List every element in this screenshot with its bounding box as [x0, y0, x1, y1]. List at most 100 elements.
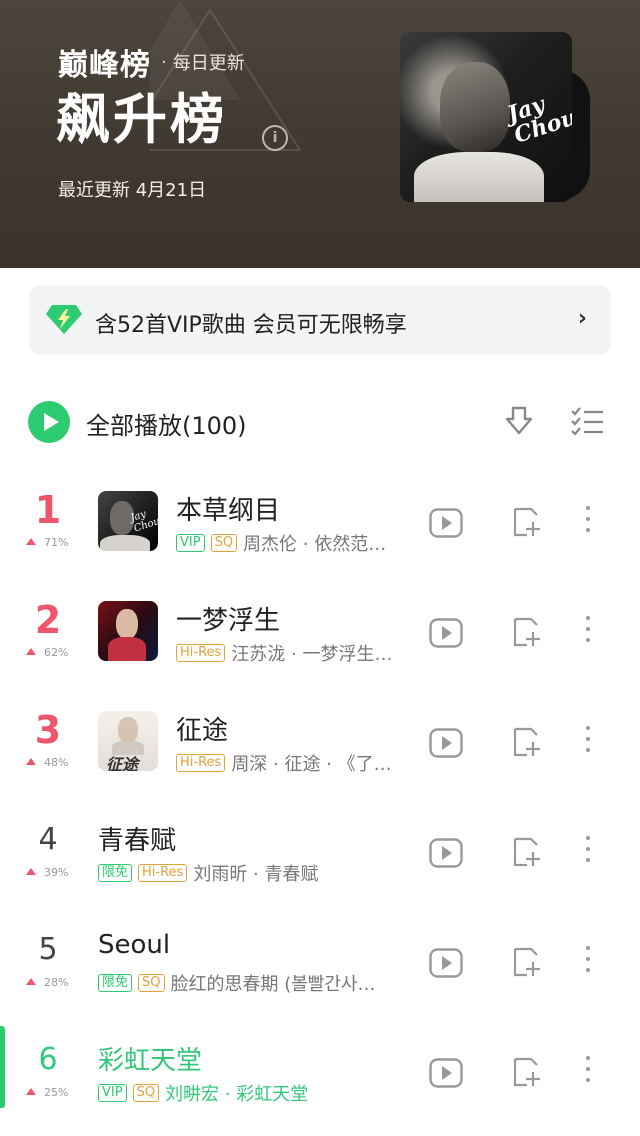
vip-banner[interactable]: 含52首VIP歌曲 会员可无限畅享 ›: [29, 285, 611, 355]
song-title: Seoul: [98, 930, 171, 960]
trend-up-icon: [26, 538, 36, 545]
song-row[interactable]: 5 28% Seoul 限免 SQ 脸红的思春期 (볼빨간사…: [0, 916, 640, 1026]
trend-percent: 39%: [44, 866, 69, 879]
trend-indicator: 39%: [26, 866, 68, 879]
add-to-playlist-icon[interactable]: [511, 1056, 541, 1088]
trend-indicator: 48%: [26, 756, 68, 769]
more-options-icon[interactable]: [583, 946, 593, 979]
trend-indicator: 62%: [26, 646, 68, 659]
brand-subtitle: 每日更新: [172, 53, 245, 74]
song-thumbnail: [98, 601, 158, 661]
song-thumbnail: Jay Chou: [98, 491, 158, 551]
trend-up-icon: [26, 1088, 36, 1095]
add-to-playlist-icon[interactable]: [511, 946, 541, 978]
more-options-icon[interactable]: [583, 506, 593, 539]
song-row[interactable]: 1 71% Jay Chou 本草纲目 VIP SQ 周杰伦 · 依然范…: [0, 476, 640, 586]
mv-play-icon[interactable]: [429, 1058, 463, 1088]
artist-album: 刘畊宏 · 彩虹天堂: [165, 1084, 309, 1105]
artist-album: 脸红的思春期 (볼빨간사…: [170, 974, 376, 995]
song-title: 彩虹天堂: [98, 1046, 203, 1076]
song-meta: VIP SQ 刘畊宏 · 彩虹天堂: [98, 1080, 308, 1106]
mv-play-icon[interactable]: [429, 508, 463, 538]
mv-play-icon[interactable]: [429, 838, 463, 868]
trend-up-icon: [26, 758, 36, 765]
cover-text: Jay Chou: [504, 91, 572, 149]
song-meta: 限免 Hi-Res 刘雨昕 · 青春赋: [98, 860, 319, 886]
more-options-icon[interactable]: [583, 836, 593, 869]
song-title: 一梦浮生: [176, 606, 281, 636]
play-all-label[interactable]: 全部播放(100): [86, 406, 247, 441]
song-row-now-playing[interactable]: 6 25% 彩虹天堂 VIP SQ 刘畊宏 · 彩虹天堂: [0, 1026, 640, 1136]
artist-album: 周杰伦 · 依然范…: [243, 534, 387, 555]
mv-play-icon[interactable]: [429, 948, 463, 978]
thumb-text: Jay Chou: [129, 508, 158, 535]
song-meta: 限免 SQ 脸红的思春期 (볼빨간사…: [98, 970, 375, 996]
download-icon[interactable]: [503, 405, 535, 439]
song-title: 本草纲目: [176, 496, 281, 526]
album-cover[interactable]: Jay Chou: [400, 32, 572, 202]
brand-separator: ·: [161, 51, 167, 73]
trend-up-icon: [26, 978, 36, 985]
thumb-robe: [108, 637, 146, 661]
artist-album: 刘雨昕 · 青春赋: [193, 864, 319, 885]
brand-logo: 巅峰榜: [58, 48, 151, 83]
trend-indicator: 71%: [26, 536, 68, 549]
trend-percent: 28%: [44, 976, 69, 989]
song-row[interactable]: 2 62% 一梦浮生 Hi-Res 汪苏泷 · 一梦浮生…: [0, 586, 640, 696]
mv-play-icon[interactable]: [429, 728, 463, 758]
cover-shirt: [414, 152, 544, 202]
song-row[interactable]: 3 48% 征途 征途 Hi-Res 周深 · 征途 · 《了…: [0, 696, 640, 806]
more-options-icon[interactable]: [583, 1056, 593, 1089]
song-meta: VIP SQ 周杰伦 · 依然范…: [176, 530, 386, 556]
thumb-portrait: [116, 609, 138, 639]
trend-percent: 25%: [44, 1086, 69, 1099]
trend-up-icon: [26, 648, 36, 655]
artist-album: 汪苏泷 · 一梦浮生…: [231, 644, 393, 665]
sq-tag: SQ: [138, 974, 165, 992]
song-meta: Hi-Res 汪苏泷 · 一梦浮生…: [176, 640, 392, 666]
brand-row: 巅峰榜 · 每日更新: [58, 40, 245, 84]
rank-number: 5: [38, 932, 58, 967]
trend-percent: 71%: [44, 536, 69, 549]
thumb-text: 征途: [106, 755, 139, 771]
song-meta: Hi-Res 周深 · 征途 · 《了…: [176, 750, 392, 776]
free-tag: 限免: [98, 974, 133, 992]
chevron-right-icon: ›: [577, 306, 587, 331]
rank-number: 1: [34, 488, 62, 532]
mv-play-icon[interactable]: [429, 618, 463, 648]
chart-title: 飙升榜: [56, 88, 227, 151]
hires-tag: Hi-Res: [138, 864, 188, 882]
add-to-playlist-icon[interactable]: [511, 616, 541, 648]
trend-indicator: 28%: [26, 976, 68, 989]
more-options-icon[interactable]: [583, 726, 593, 759]
trend-percent: 62%: [44, 646, 69, 659]
sq-tag: SQ: [210, 534, 238, 552]
song-title: 征途: [176, 716, 229, 746]
sq-tag: SQ: [132, 1084, 160, 1102]
play-all-button[interactable]: [28, 401, 70, 443]
trend-indicator: 25%: [26, 1086, 68, 1099]
diamond-icon: [46, 305, 82, 334]
rank-number: 4: [38, 822, 58, 857]
cover-portrait: [440, 62, 510, 152]
vip-banner-text: 含52首VIP歌曲 会员可无限畅享: [95, 313, 407, 338]
vip-tag: VIP: [176, 534, 205, 552]
info-icon[interactable]: i: [262, 125, 288, 151]
thumb-shirt: [100, 535, 150, 551]
song-row[interactable]: 4 39% 青春赋 限免 Hi-Res 刘雨昕 · 青春赋: [0, 806, 640, 916]
hires-tag: Hi-Res: [176, 644, 226, 662]
song-thumbnail: 征途: [98, 711, 158, 771]
thumb-portrait: [118, 717, 138, 743]
hires-tag: Hi-Res: [176, 754, 226, 772]
free-tag: 限免: [98, 864, 133, 882]
multi-select-icon[interactable]: [570, 407, 604, 437]
more-options-icon[interactable]: [583, 616, 593, 649]
song-title: 青春赋: [98, 826, 177, 856]
rank-number: 2: [34, 598, 62, 642]
chart-header: 巅峰榜 · 每日更新 飙升榜 i 最近更新 4月21日 Jay Chou: [0, 0, 640, 268]
add-to-playlist-icon[interactable]: [511, 506, 541, 538]
vip-tag: VIP: [98, 1084, 127, 1102]
trend-up-icon: [26, 868, 36, 875]
add-to-playlist-icon[interactable]: [511, 726, 541, 758]
add-to-playlist-icon[interactable]: [511, 836, 541, 868]
